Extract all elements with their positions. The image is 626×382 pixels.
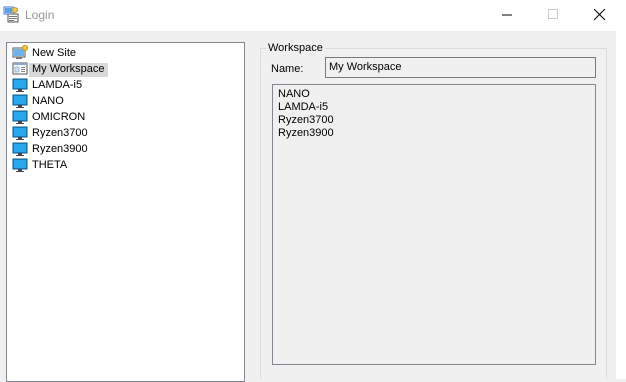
tree-item-label: Ryzen3700 xyxy=(32,127,88,139)
tree-item-label: NANO xyxy=(32,95,64,107)
tree-item-new-site[interactable]: New Site xyxy=(11,45,241,61)
tree-item-theta[interactable]: THETA xyxy=(11,157,241,173)
tree-item-label: OMICRON xyxy=(32,111,86,123)
computer-icon xyxy=(12,77,28,93)
computer-icon xyxy=(12,109,28,125)
tree-item-nano[interactable]: NANO xyxy=(11,93,241,109)
tree-item-omicron[interactable]: OMICRON xyxy=(11,109,241,125)
close-icon xyxy=(594,9,606,21)
list-item: LAMDA-i5 xyxy=(278,101,329,113)
window-title: Login xyxy=(25,8,55,22)
maximize-icon xyxy=(548,9,558,19)
tree-item-label: THETA xyxy=(32,159,68,171)
login-icon xyxy=(3,6,20,23)
tree-item-label: My Workspace xyxy=(29,63,108,77)
workspace-name-field[interactable]: My Workspace xyxy=(325,57,596,78)
window-edge xyxy=(616,31,626,379)
site-tree[interactable]: New Site My Workspace LAMDA-i5 NANO OMIC… xyxy=(6,42,245,382)
tree-item-label: New Site xyxy=(32,47,77,59)
tree-item-label: LAMDA-i5 xyxy=(32,79,83,91)
tree-item-lamda-i5[interactable]: LAMDA-i5 xyxy=(11,77,241,93)
maximize-button[interactable] xyxy=(531,0,577,31)
computer-icon xyxy=(12,157,28,173)
tree-item-my-workspace[interactable]: My Workspace xyxy=(11,61,241,77)
tree-item-label: Ryzen3900 xyxy=(32,143,88,155)
title-bar[interactable]: Login xyxy=(0,0,626,31)
workspace-group-title: Workspace xyxy=(266,42,325,55)
tree-item-ryzen3700[interactable]: Ryzen3700 xyxy=(11,125,241,141)
new-site-icon xyxy=(12,45,28,61)
computer-icon xyxy=(12,141,28,157)
workspace-sites-list[interactable]: NANO LAMDA-i5 Ryzen3700 Ryzen3900 xyxy=(272,84,596,365)
name-label: Name: xyxy=(271,63,304,75)
minimize-icon xyxy=(502,14,512,16)
workspace-icon xyxy=(12,61,28,77)
list-item: NANO xyxy=(278,88,310,100)
minimize-button[interactable] xyxy=(485,0,531,31)
computer-icon xyxy=(12,93,28,109)
tree-item-ryzen3900[interactable]: Ryzen3900 xyxy=(11,141,241,157)
list-item: Ryzen3900 xyxy=(278,127,334,139)
computer-icon xyxy=(12,125,28,141)
list-item: Ryzen3700 xyxy=(278,114,334,126)
close-button[interactable] xyxy=(577,0,623,31)
